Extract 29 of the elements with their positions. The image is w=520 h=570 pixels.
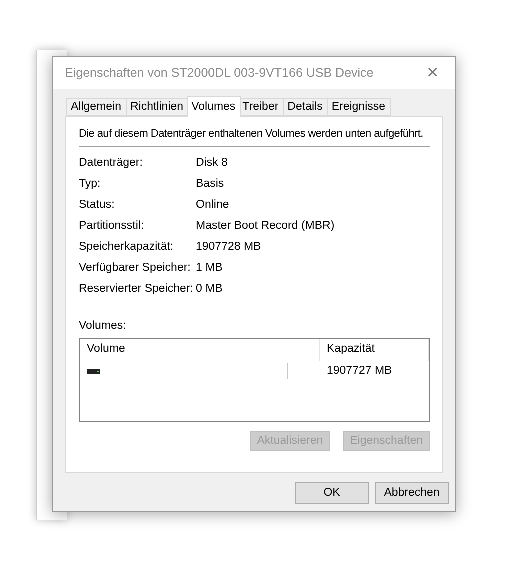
volumes-label: Volumes: bbox=[79, 319, 128, 333]
tab[interactable]: Richtlinien bbox=[126, 98, 189, 116]
property-label: Datenträger: bbox=[79, 156, 144, 170]
description-text: Die auf diesem Datenträger enthaltenen Volumes werden unten aufgeführt. bbox=[79, 128, 430, 147]
tab[interactable]: Ereignisse bbox=[326, 98, 391, 116]
property-label: Typ: bbox=[79, 177, 102, 191]
dialog-button[interactable]: OK bbox=[295, 482, 369, 504]
column-header[interactable]: Kapazität bbox=[320, 339, 429, 361]
property-label: Reservierter Speicher: bbox=[79, 282, 194, 296]
property-label: Verfügbarer Speicher: bbox=[79, 261, 192, 275]
property-value: Master Boot Record (MBR) bbox=[196, 219, 336, 233]
close-button[interactable]: × bbox=[411, 57, 455, 89]
property-value: 1907728 MB bbox=[196, 240, 262, 254]
dialog-button[interactable]: Abbrechen bbox=[375, 482, 449, 504]
property-value: 1 MB bbox=[196, 261, 224, 275]
window-title: Eigenschaften von ST2000DL 003-9VT166 USB Device bbox=[65, 66, 374, 80]
property-label: Speicherkapazität: bbox=[79, 240, 175, 254]
property-value: 0 MB bbox=[196, 282, 224, 296]
drive-icon bbox=[87, 368, 100, 374]
property-label: Status: bbox=[79, 198, 116, 212]
tab[interactable]: Details bbox=[282, 98, 328, 116]
tab[interactable]: Volumes bbox=[186, 96, 241, 117]
tab[interactable]: Allgemein bbox=[66, 98, 126, 116]
property-value: Online bbox=[196, 198, 230, 212]
column-header[interactable]: Volume bbox=[80, 339, 320, 361]
table-cell-text: 1907727 MB bbox=[326, 365, 394, 377]
property-label: Partitionsstil: bbox=[79, 219, 146, 233]
property-value: Basis bbox=[196, 177, 226, 191]
property-value: Disk 8 bbox=[196, 156, 229, 170]
